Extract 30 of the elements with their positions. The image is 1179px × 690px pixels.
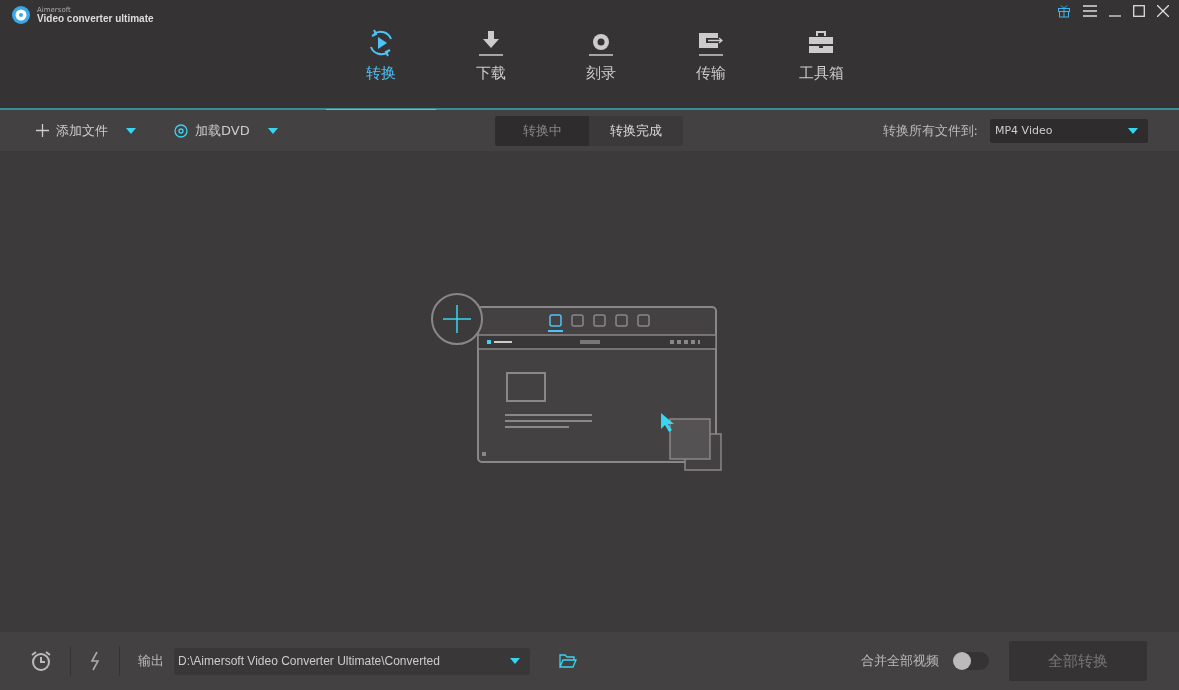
convert-all-label: 转换所有文件到: [882,121,978,140]
nav-tab[interactable]: 传输 [656,28,766,110]
caret-icon [1128,127,1138,134]
status-tab[interactable]: 转换完成 [589,116,683,146]
add-file-button[interactable]: 添加文件 [36,121,108,140]
caret-icon [510,658,520,664]
nav-tab[interactable]: 刻录 [546,28,656,110]
format-dropdown[interactable]: MP4 Video [990,118,1148,143]
close-icon[interactable] [1157,5,1169,17]
output-path-dropdown[interactable]: D:\Aimersoft Video Converter Ultimate\Converted [174,647,530,675]
menu-icon[interactable] [1083,5,1097,17]
caret-icon[interactable] [126,127,136,134]
lightning-icon[interactable] [89,651,101,671]
merge-label: 合并全部视频 [861,652,939,670]
nav-tab[interactable]: 工具箱 [766,28,876,110]
disc-icon [174,123,188,138]
nav-tab[interactable]: 下载 [436,28,546,110]
gift-icon[interactable] [1057,4,1071,18]
folder-icon[interactable] [559,654,577,668]
caret-icon[interactable] [267,127,278,134]
alarm-clock-icon[interactable] [30,650,52,672]
merge-toggle[interactable] [953,652,989,670]
plus-icon [36,124,49,137]
status-tab[interactable]: 转换中 [495,116,589,146]
app-title: Video converter ultimate [37,13,154,24]
download-icon [476,28,506,58]
maximize-icon[interactable] [1133,5,1145,17]
load-dvd-button[interactable]: 加载DVD [174,121,250,140]
output-label: 输出 [138,652,164,670]
app-logo-icon [11,5,31,25]
